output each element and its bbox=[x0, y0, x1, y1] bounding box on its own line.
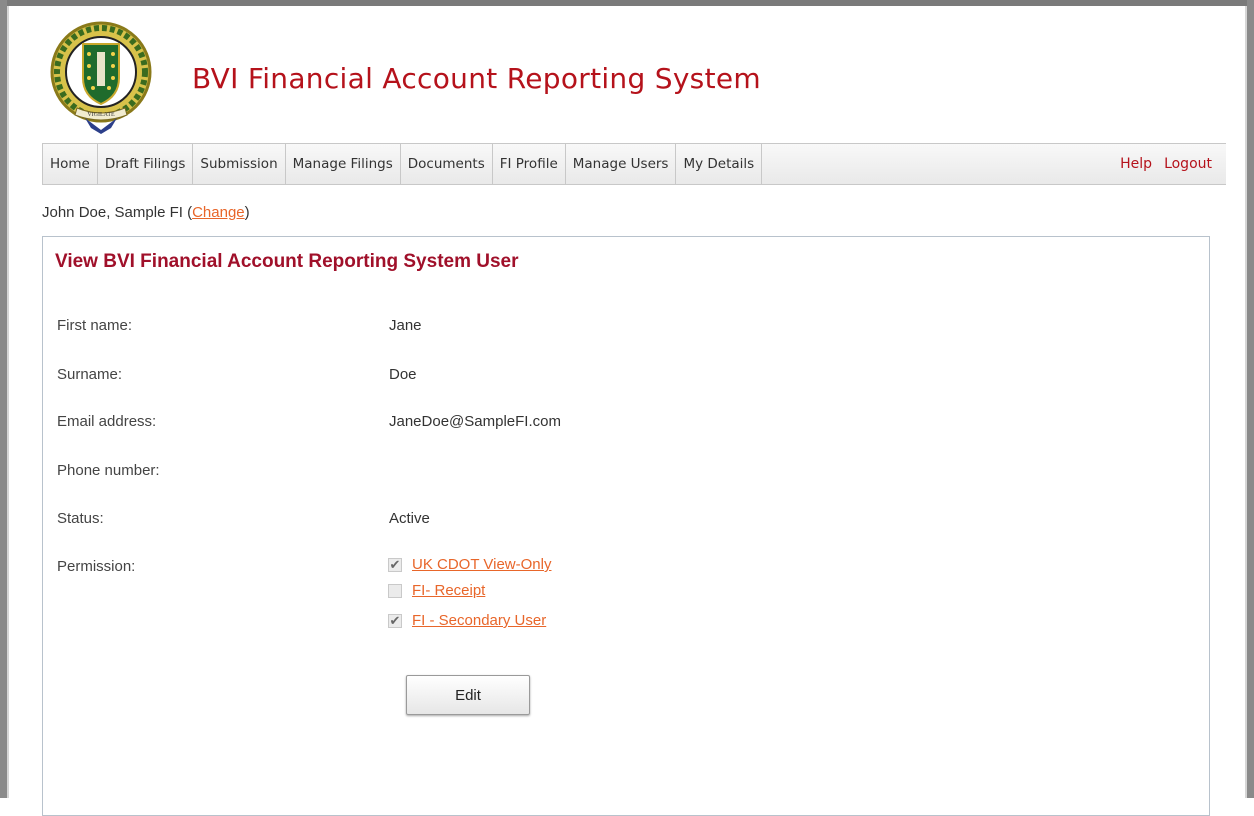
permission-link-uk-cdot[interactable]: UK CDOT View-Only bbox=[412, 556, 551, 573]
app-title: BVI Financial Account Reporting System bbox=[192, 62, 761, 95]
status-value: Active bbox=[389, 510, 430, 527]
permission-link-fi-secondary[interactable]: FI - Secondary User bbox=[412, 612, 546, 629]
nav-draft-filings[interactable]: Draft Filings bbox=[96, 144, 193, 184]
window-frame-inner-left bbox=[7, 6, 9, 798]
bvi-coat-of-arms-logo: VIGILATE bbox=[47, 18, 157, 136]
surname-label: Surname: bbox=[57, 366, 123, 383]
window-frame-inner-right bbox=[1245, 6, 1247, 798]
logo-motto: VIGILATE bbox=[87, 112, 115, 118]
main-nav-bar: Home Draft Filings Submission Manage Fil… bbox=[42, 143, 1226, 185]
nav-fi-profile[interactable]: FI Profile bbox=[491, 144, 565, 184]
nav-right-links: Help Logout bbox=[1108, 144, 1226, 184]
first-name-value: Jane bbox=[389, 317, 422, 334]
permission-item: FI- Receipt bbox=[388, 582, 485, 599]
first-name-label: First name: bbox=[57, 317, 133, 334]
permission-checkbox-fi-secondary[interactable]: ✔ bbox=[388, 613, 402, 628]
edit-button[interactable]: Edit bbox=[406, 675, 530, 715]
current-user-text: John Doe, Sample FI ( bbox=[42, 204, 193, 221]
page-title: View BVI Financial Account Reporting Sys… bbox=[55, 251, 519, 272]
status-label: Status: bbox=[57, 510, 104, 527]
permission-checkbox-uk-cdot[interactable]: ✔ bbox=[388, 557, 402, 572]
logout-link[interactable]: Logout bbox=[1164, 156, 1212, 172]
nav-documents[interactable]: Documents bbox=[399, 144, 492, 184]
help-link[interactable]: Help bbox=[1120, 156, 1152, 172]
window-frame-top bbox=[0, 0, 1254, 6]
email-value: JaneDoe@SampleFI.com bbox=[389, 413, 561, 430]
email-label: Email address: bbox=[57, 413, 157, 430]
nav-manage-users[interactable]: Manage Users bbox=[564, 144, 676, 184]
phone-label: Phone number: bbox=[57, 462, 160, 479]
nav-manage-filings[interactable]: Manage Filings bbox=[284, 144, 400, 184]
change-organisation-link[interactable]: Change bbox=[192, 204, 245, 221]
window-frame-right bbox=[1247, 0, 1254, 798]
permission-item: ✔ UK CDOT View-Only bbox=[388, 556, 551, 573]
view-user-panel: View BVI Financial Account Reporting Sys… bbox=[42, 236, 1210, 816]
surname-value: Doe bbox=[389, 366, 417, 383]
current-user-info: John Doe, Sample FI (Change) bbox=[42, 204, 250, 221]
nav-my-details[interactable]: My Details bbox=[675, 144, 763, 184]
permission-item: ✔ FI - Secondary User bbox=[388, 612, 546, 629]
permission-checkbox-fi-receipt[interactable] bbox=[388, 583, 402, 598]
current-user-suffix: ) bbox=[244, 204, 250, 221]
permission-link-fi-receipt[interactable]: FI- Receipt bbox=[412, 582, 485, 599]
permission-label: Permission: bbox=[57, 558, 136, 575]
nav-home[interactable]: Home bbox=[42, 144, 97, 184]
window-frame-left bbox=[0, 0, 7, 798]
nav-submission[interactable]: Submission bbox=[192, 144, 284, 184]
